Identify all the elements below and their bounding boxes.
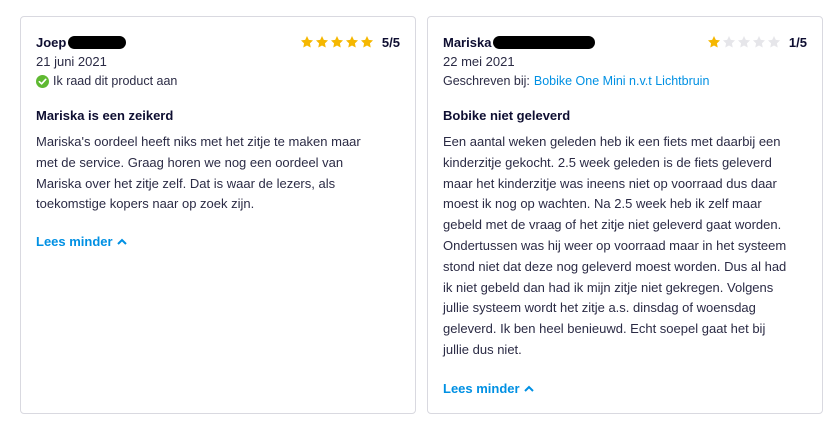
star-filled-icon bbox=[360, 36, 373, 48]
star-filled-icon bbox=[345, 36, 358, 48]
lees-minder-link[interactable]: Lees minder bbox=[443, 381, 534, 396]
lees-minder-link[interactable]: Lees minder bbox=[36, 234, 127, 249]
star-filled-icon bbox=[707, 36, 720, 48]
checkmark-icon bbox=[36, 74, 49, 88]
review-title: Mariska is een zeikerd bbox=[36, 108, 174, 123]
review-body-line: moest ik nog op wachten. Na 2.5 week heb… bbox=[443, 196, 762, 212]
review-body-line: Mariska's oordeel heeft niks met het zit… bbox=[36, 134, 361, 149]
review-title: Bobike niet geleverd bbox=[443, 108, 571, 123]
star-empty-icon bbox=[752, 36, 765, 48]
written-for: Geschreven bij: Bobike One Mini n.v.t Li… bbox=[443, 74, 709, 88]
written-for-label: Geschreven bij: bbox=[443, 74, 530, 88]
rating: 5/5 bbox=[300, 33, 400, 51]
rating-score: 1/5 bbox=[788, 34, 807, 50]
review-body-line: Een aantal weken geleden heb ik een fiet… bbox=[443, 134, 781, 149]
star-rating bbox=[707, 35, 781, 49]
review-body-line: toekomstige kopers naar op zoek zijn. bbox=[36, 196, 255, 212]
review-date: 21 juni 2021 bbox=[36, 54, 107, 69]
star-filled-icon bbox=[315, 36, 328, 48]
star-empty-icon bbox=[767, 36, 780, 48]
review-body: Een aantal weken geleden heb ik een fiet… bbox=[443, 132, 786, 361]
review-body-line: jullie systeem wordt het zitje a.s. dins… bbox=[443, 300, 756, 316]
redacted-surname bbox=[493, 35, 596, 49]
review-body-line: jullie dus niet. bbox=[443, 341, 522, 357]
product-link[interactable]: Bobike One Mini n.v.t Lichtbruin bbox=[534, 74, 710, 88]
review-body-line: kinderzitje gekocht. 2.5 week geleden is… bbox=[443, 154, 772, 170]
rating-score: 5/5 bbox=[381, 34, 400, 50]
star-empty-icon bbox=[737, 36, 750, 48]
review-body-line: ik niet gebeld dan had ik mijn zitje nie… bbox=[443, 279, 774, 295]
review-date: 22 mei 2021 bbox=[443, 54, 515, 69]
review-body-line: stond niet dat deze nog geleverd moest w… bbox=[443, 258, 787, 274]
recommendation: Ik raad dit product aan bbox=[36, 74, 177, 88]
chevron-up-icon bbox=[116, 238, 127, 245]
star-empty-icon bbox=[722, 36, 735, 48]
reviewer-name: Joep bbox=[36, 34, 67, 50]
star-filled-icon bbox=[300, 36, 313, 48]
review-body-line: gebeld met de vraag of het zitje niet ge… bbox=[443, 217, 782, 233]
review-body: Mariska's oordeel heeft niks met het zit… bbox=[36, 132, 361, 215]
review-card: Mariska 1/5 22 mei 2021 Geschreven bij: … bbox=[427, 16, 823, 414]
star-filled-icon bbox=[330, 36, 343, 48]
review-body-line: Mariska over het zitje zelf. Dat is waar… bbox=[36, 175, 336, 191]
star-rating bbox=[300, 35, 374, 49]
review-body-line: Ondertussen was hij weer op voorraad maa… bbox=[443, 237, 787, 253]
review-body-line: geleverd. Ik ben heel benieuwd. Echt soe… bbox=[443, 321, 766, 337]
lees-minder-label: Lees minder bbox=[443, 381, 520, 396]
chevron-up-icon bbox=[523, 385, 534, 392]
reviewer-name: Mariska bbox=[443, 34, 492, 50]
redacted-surname bbox=[68, 35, 127, 49]
review-body-line: met de service. Graag horen we nog een o… bbox=[36, 154, 344, 170]
rating: 1/5 bbox=[707, 33, 807, 51]
review-body-line: maar het kinderzitje was ineens niet op … bbox=[443, 175, 777, 191]
lees-minder-label: Lees minder bbox=[36, 234, 113, 249]
review-card: Joep 5/5 21 juni 2021 Ik raad dit produc… bbox=[20, 16, 416, 414]
recommend-text: Ik raad dit product aan bbox=[53, 74, 178, 88]
